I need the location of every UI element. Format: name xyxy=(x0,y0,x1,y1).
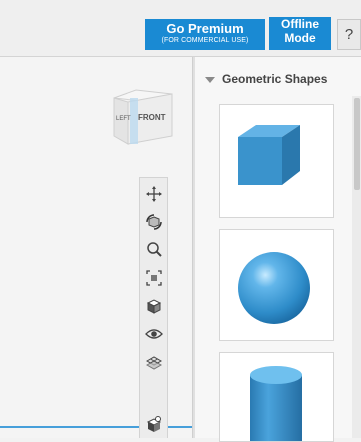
view-cube-left-label: LEFT xyxy=(116,116,131,122)
perspective-icon[interactable] xyxy=(143,295,165,317)
view-cube[interactable]: LEFT FRONT xyxy=(110,86,178,148)
offline-mode-button[interactable]: Offline Mode xyxy=(269,17,331,50)
shape-tile-box[interactable] xyxy=(219,104,334,218)
go-premium-button[interactable]: Go Premium (FOR COMMERCIAL USE) xyxy=(145,19,265,50)
material-icon[interactable] xyxy=(143,413,165,435)
shape-tile-cylinder[interactable] xyxy=(219,352,334,442)
geometric-shapes-title: Geometric Shapes xyxy=(222,72,328,86)
offline-mode-line2: Mode xyxy=(284,31,316,45)
geometric-shapes-header[interactable]: Geometric Shapes xyxy=(205,70,327,88)
orbit-icon[interactable] xyxy=(143,211,165,233)
visibility-icon[interactable] xyxy=(143,323,165,345)
view-cube-front-label: FRONT xyxy=(138,113,166,122)
shape-tile-sphere[interactable] xyxy=(219,229,334,341)
top-bar: Go Premium (FOR COMMERCIAL USE) Offline … xyxy=(0,0,361,57)
grid-icon[interactable] xyxy=(143,351,165,373)
go-premium-subtitle: (FOR COMMERCIAL USE) xyxy=(161,37,249,44)
offline-mode-line1: Offline xyxy=(281,17,319,31)
view-toolbar xyxy=(139,177,168,438)
go-premium-title: Go Premium xyxy=(166,21,244,36)
panel-scroll-thumb[interactable] xyxy=(354,98,360,190)
fit-view-icon[interactable] xyxy=(143,267,165,289)
zoom-icon[interactable] xyxy=(143,239,165,261)
collapse-arrow-icon xyxy=(205,76,215,83)
pan-icon[interactable] xyxy=(143,183,165,205)
help-button[interactable]: ? xyxy=(337,19,361,50)
